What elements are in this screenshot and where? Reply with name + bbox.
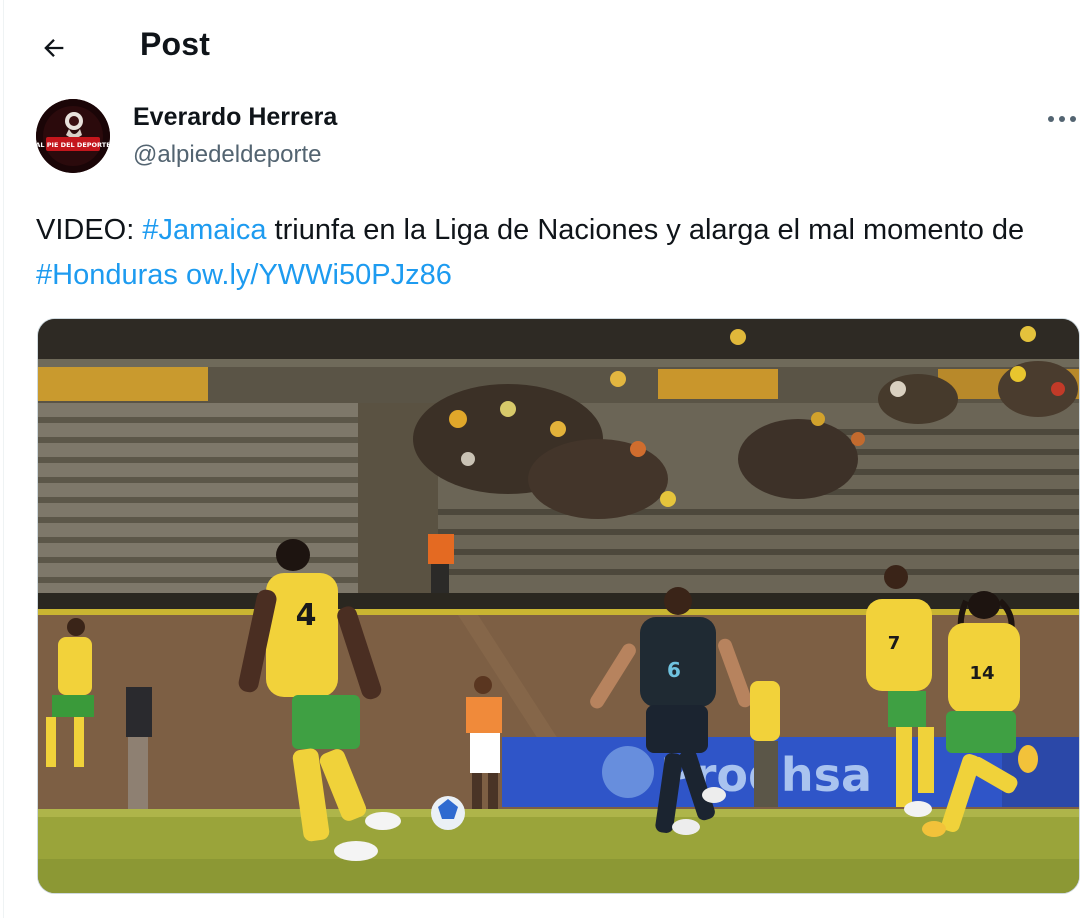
- avatar-logo: AL PIE DEL DEPORTE: [36, 99, 110, 173]
- hashtag-honduras[interactable]: #Honduras: [36, 259, 178, 291]
- player-number-6: 6: [667, 658, 681, 682]
- more-button[interactable]: [1044, 107, 1080, 131]
- tweet-media-photo[interactable]: Prodhsa 4: [37, 318, 1080, 894]
- hashtag-jamaica[interactable]: #Jamaica: [142, 214, 266, 246]
- player-number-14: 14: [969, 663, 994, 684]
- player-number-4: 4: [296, 598, 317, 633]
- left-border: [3, 0, 4, 918]
- tweet-middle-text: triunfa en la Liga de Naciones y alarga …: [266, 214, 1025, 246]
- author-name[interactable]: Everardo Herrera: [133, 103, 337, 132]
- svg-text:AL PIE DEL DEPORTE: AL PIE DEL DEPORTE: [36, 141, 110, 149]
- avatar[interactable]: AL PIE DEL DEPORTE: [36, 99, 110, 173]
- back-button[interactable]: [34, 28, 74, 68]
- player-number-7: 7: [888, 633, 901, 654]
- soccer-match-photo: Prodhsa 4: [38, 319, 1079, 893]
- author-handle[interactable]: @alpiedeldeporte: [133, 141, 322, 169]
- post-header: Post: [0, 0, 1092, 96]
- arrow-left-icon: [44, 39, 64, 57]
- tweet-space: [178, 259, 186, 291]
- page-title: Post: [140, 26, 211, 62]
- tweet-prefix: VIDEO:: [36, 214, 143, 246]
- tweet-link[interactable]: ow.ly/YWWi50PJz86: [186, 259, 452, 291]
- author-row: AL PIE DEL DEPORTE Everardo Herrera @alp…: [36, 99, 1076, 179]
- tweet-text: VIDEO: #Jamaica triunfa en la Liga de Na…: [36, 208, 1082, 298]
- more-horizontal-icon: [1048, 116, 1076, 122]
